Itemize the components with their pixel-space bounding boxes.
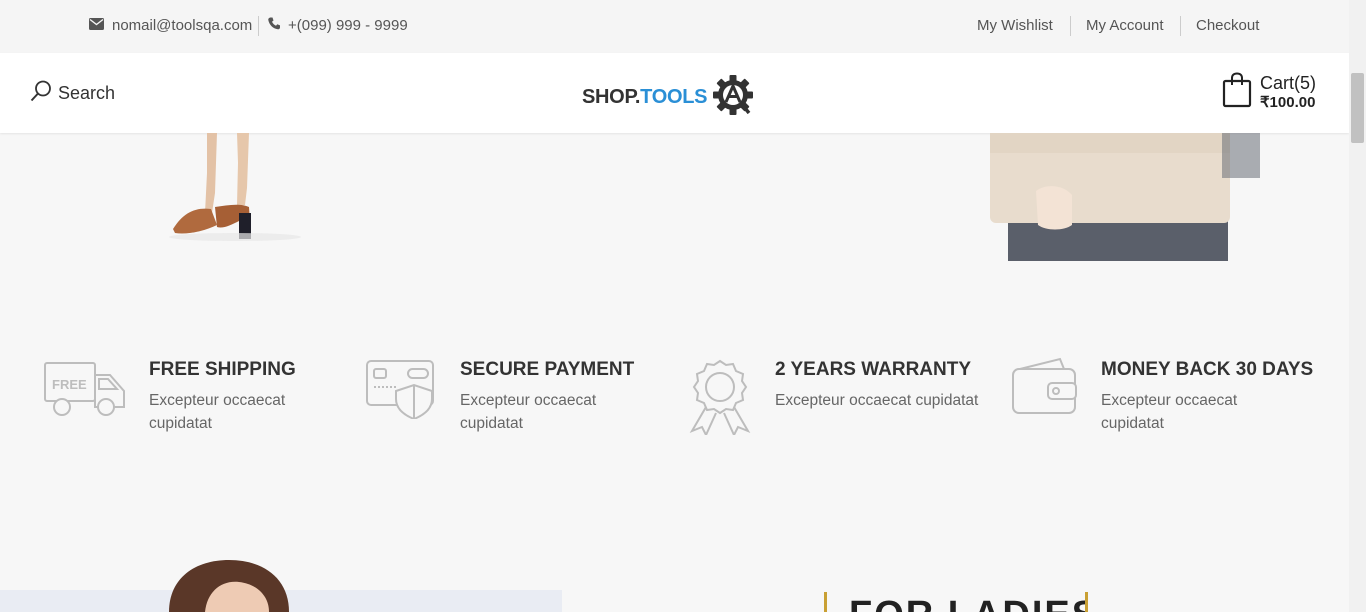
site-logo[interactable]: SHOP.TOOLS [582,73,755,122]
promo-heading-box: FOR LADIES [824,592,1088,612]
scrollbar-thumb[interactable] [1351,73,1364,143]
my-wishlist-link[interactable]: My Wishlist [977,17,1053,34]
search-label: Search [58,83,116,103]
divider [1180,16,1181,36]
cart-button[interactable]: Cart(5) ₹100.00 [1222,72,1316,113]
shopping-bag-icon [1222,72,1252,113]
feature-secure-payment: SECURE PAYMENT Excepteur occaecat cupida… [366,355,634,435]
card-shield-icon [366,355,438,421]
truck-badge-text: FREE [52,377,87,392]
truck-icon: FREE [44,355,126,419]
phone-text: +(099) 999 - 9999 [288,17,408,34]
hero-image-bag [990,133,1260,261]
email-text: nomail@toolsqa.com [112,17,253,34]
feature-text: Excepteur occaecat cupidatat [775,392,979,409]
feature-title: 2 YEARS WARRANTY [775,359,972,380]
cart-total: ₹100.00 [1260,93,1316,111]
cart-count: Cart(5) [1260,72,1317,93]
search-button[interactable]: Search [30,80,115,107]
checkout-link[interactable]: Checkout [1196,17,1259,34]
award-ribbon-icon [688,355,752,438]
divider [258,16,259,36]
my-account-label: My Account [1086,17,1164,34]
feature-money-back: MONEY BACK 30 DAYS Excepteur occaecat cu… [1012,355,1313,435]
feature-text: Excepteur occaecat cupidatat [460,392,597,432]
gear-logo-icon [711,73,755,122]
feature-free-shipping: FREE FREE SHIPPING Excepteur occaecat cu… [44,355,299,435]
top-bar: nomail@toolsqa.com +(099) 999 - 9999 My … [0,0,1349,53]
feature-title: MONEY BACK 30 DAYS [1101,359,1314,380]
feature-title: FREE SHIPPING [149,359,296,380]
promo-image-lady [165,558,295,612]
email-contact[interactable]: nomail@toolsqa.com [89,17,252,34]
feature-warranty: 2 YEARS WARRANTY Excepteur occaecat cupi… [688,355,979,438]
feature-text: Excepteur occaecat cupidatat [149,392,286,432]
phone-contact[interactable]: +(099) 999 - 9999 [268,17,408,34]
search-icon [30,80,52,107]
wallet-icon [1012,355,1078,419]
hero-image-sandals [165,133,305,243]
phone-icon [268,17,280,34]
my-account-link[interactable]: My Account [1086,17,1164,34]
features-strip: FREE FREE SHIPPING Excepteur occaecat cu… [0,355,1349,445]
feature-title: SECURE PAYMENT [460,359,635,380]
checkout-label: Checkout [1196,17,1260,34]
divider [1070,16,1071,36]
promo-title: FOR LADIES [849,594,1085,612]
envelope-icon [89,17,104,34]
logo-wordmark: SHOP.TOOLS [582,86,708,108]
feature-text: Excepteur occaecat cupidatat [1101,392,1238,432]
my-wishlist-label: My Wishlist [977,17,1053,34]
main-header: Search SHOP.TOOLS Cart(5) ₹100.00 [0,53,1349,133]
